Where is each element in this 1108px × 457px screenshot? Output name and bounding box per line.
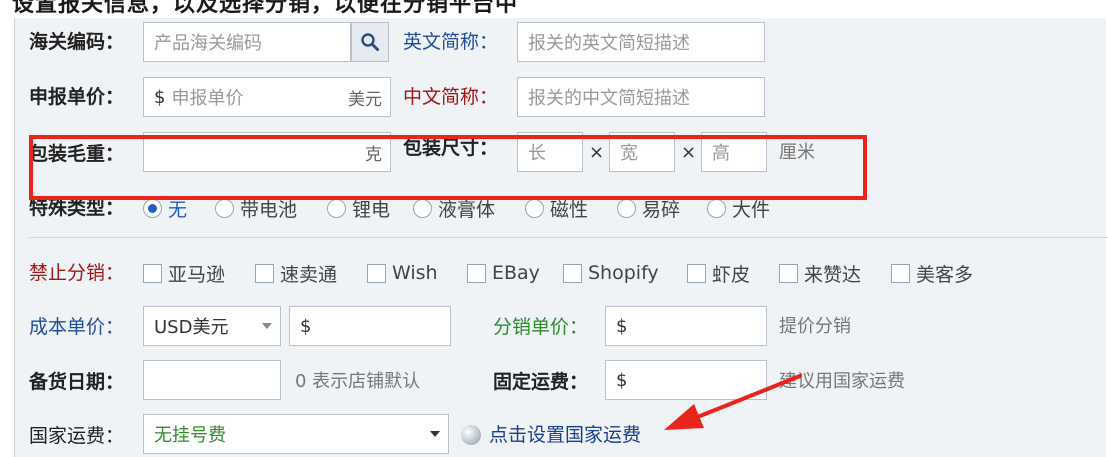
radio: [617, 198, 636, 218]
en-name-placeholder: 报关的英文简短描述: [528, 33, 690, 54]
platform-label: 来赞达: [804, 263, 862, 286]
platform-checkbox[interactable]: 亚马逊: [143, 260, 225, 286]
product-form-panel: 海关编码： 产品海关编码 英文简称： 报关的英文简短描述 申报单价： $ 申报单…: [14, 18, 1108, 457]
declared-price-input[interactable]: $ 申报单价 美元: [143, 77, 391, 117]
dist-price-label: 分销单价：: [493, 316, 589, 338]
forbid-distribution-label: 禁止分销：: [29, 262, 125, 284]
declared-price-label: 申报单价：: [29, 86, 125, 108]
checkbox: [143, 263, 162, 283]
section-divider: [29, 237, 1108, 238]
cost-price-prefix: $: [300, 315, 312, 337]
platform-checkbox[interactable]: 来赞达: [779, 260, 861, 286]
fixed-freight-label: 固定运费：: [493, 371, 589, 393]
country-freight-link[interactable]: 点击设置国家运费: [461, 423, 641, 447]
cn-name-placeholder: 报关的中文简短描述: [528, 88, 690, 109]
radio: [525, 198, 544, 218]
radio: [707, 198, 726, 218]
highlight-box: [29, 135, 867, 200]
dist-price-prefix: $: [616, 315, 628, 337]
header-fragment: 设置报关信息，以及选择分销，以便在分销平台中: [0, 0, 1108, 18]
radio: [413, 198, 432, 218]
hs-code-label: 海关编码：: [29, 31, 125, 53]
currency-value: USD美元: [154, 317, 229, 338]
platform-label: 速卖通: [280, 263, 338, 286]
checkbox: [563, 263, 582, 283]
fixed-freight-prefix: $: [616, 369, 628, 391]
country-freight-select[interactable]: 无挂号费: [143, 414, 449, 454]
cost-price-input[interactable]: $: [289, 306, 451, 346]
hs-code-search-button[interactable]: [351, 22, 389, 62]
platform-label: 美客多: [916, 263, 974, 286]
radio: [215, 198, 234, 218]
platform-label: 亚马逊: [168, 263, 226, 286]
chevron-down-icon: [262, 323, 272, 329]
country-freight-link-text: 点击设置国家运费: [489, 424, 642, 446]
cn-name-input[interactable]: 报关的中文简短描述: [517, 77, 765, 117]
hs-code-placeholder: 产品海关编码: [154, 33, 262, 54]
country-freight-label: 国家运费：: [29, 425, 125, 447]
globe-icon: [461, 425, 481, 445]
dist-price-hint: 提价分销: [779, 316, 851, 337]
checkbox: [779, 263, 798, 283]
platform-checkbox[interactable]: 速卖通: [255, 260, 337, 286]
stock-days-input[interactable]: [143, 360, 281, 400]
platform-checkbox[interactable]: Wish: [367, 260, 438, 286]
stock-days-label: 备货日期：: [29, 371, 125, 393]
platform-checkbox[interactable]: 虾皮: [687, 260, 750, 286]
search-icon: [361, 33, 379, 51]
country-freight-value: 无挂号费: [154, 425, 226, 446]
platform-label: Shopify: [588, 262, 659, 284]
declared-price-placeholder: 申报单价: [171, 88, 244, 109]
declared-price-prefix: $: [154, 86, 166, 108]
hs-code-input[interactable]: 产品海关编码: [143, 22, 351, 62]
checkbox: [687, 263, 706, 283]
stock-days-hint: 0 表示店铺默认: [295, 371, 421, 392]
chevron-down-icon: [430, 431, 440, 437]
currency-select[interactable]: USD美元: [143, 306, 281, 346]
checkbox: [467, 263, 486, 283]
cn-name-label: 中文简称：: [403, 86, 499, 108]
dist-price-input[interactable]: $: [605, 306, 767, 346]
platform-checkbox[interactable]: Shopify: [563, 260, 659, 286]
platform-label: 虾皮: [712, 263, 751, 286]
red-arrow-annotation: [664, 374, 802, 430]
radio-selected: [143, 198, 162, 218]
declared-price-unit: 美元: [348, 89, 382, 110]
checkbox: [367, 263, 386, 283]
platform-label: Wish: [392, 262, 438, 284]
en-name-input[interactable]: 报关的英文简短描述: [517, 22, 765, 62]
en-name-label: 英文简称：: [403, 31, 499, 53]
platform-checkbox[interactable]: EBay: [467, 260, 540, 286]
radio: [327, 198, 346, 218]
checkbox: [891, 263, 910, 283]
platform-checkbox[interactable]: 美客多: [891, 260, 973, 286]
checkbox: [255, 263, 274, 283]
cost-price-label: 成本单价：: [29, 316, 125, 338]
platform-label: EBay: [492, 262, 540, 284]
header-fragment-text: 设置报关信息，以及选择分销，以便在分销平台中: [12, 0, 519, 17]
